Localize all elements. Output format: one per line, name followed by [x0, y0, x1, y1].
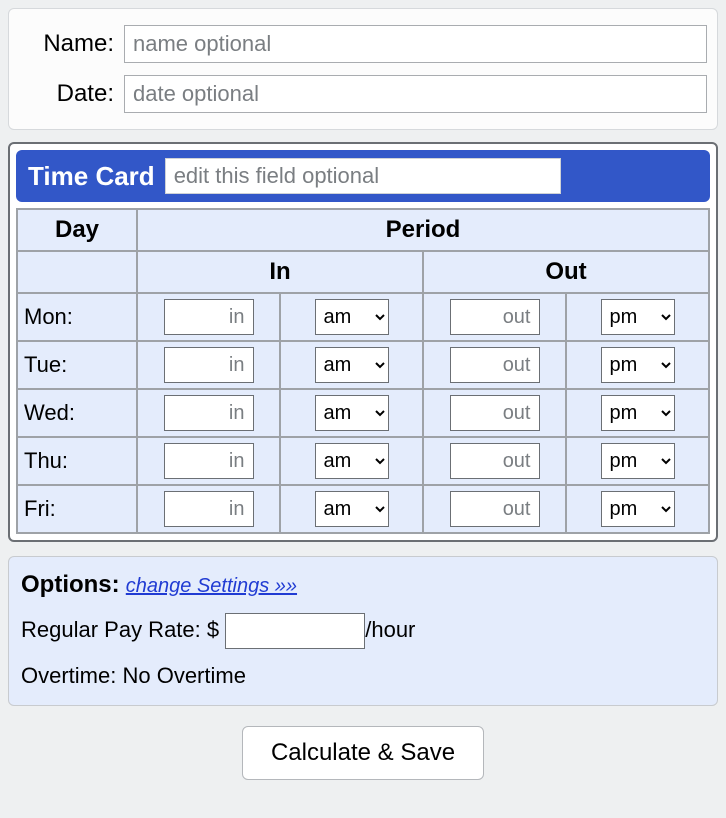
in-cell — [137, 389, 280, 437]
header-in: In — [137, 251, 423, 293]
header-day: Day — [17, 209, 137, 251]
out-time-input[interactable] — [450, 395, 540, 431]
timecard-panel: Time Card Day Period In Out Mon: ampm ampm… — [8, 142, 718, 542]
in-time-input[interactable] — [164, 299, 254, 335]
rate-label-post: /hour — [365, 617, 415, 642]
table-row: Wed: ampm ampm — [17, 389, 709, 437]
change-settings-link[interactable]: change Settings »» — [126, 575, 297, 597]
out-cell — [423, 341, 566, 389]
in-time-input[interactable] — [164, 395, 254, 431]
name-date-panel: Name: Date: — [8, 8, 718, 130]
in-ampm-cell: ampm — [280, 485, 423, 533]
out-ampm-cell: ampm — [566, 485, 709, 533]
options-panel: Options: change Settings »» Regular Pay … — [8, 556, 718, 706]
out-time-input[interactable] — [450, 491, 540, 527]
out-cell — [423, 437, 566, 485]
name-input[interactable] — [124, 25, 707, 63]
overtime-label: Overtime: — [21, 663, 122, 688]
out-ampm-select[interactable]: ampm — [601, 299, 675, 335]
out-ampm-cell: ampm — [566, 389, 709, 437]
name-label: Name: — [19, 30, 114, 58]
in-ampm-select[interactable]: ampm — [315, 491, 389, 527]
in-ampm-cell: ampm — [280, 389, 423, 437]
out-ampm-select[interactable]: ampm — [601, 395, 675, 431]
out-ampm-cell: ampm — [566, 437, 709, 485]
day-cell: Thu: — [17, 437, 137, 485]
in-cell — [137, 437, 280, 485]
in-cell — [137, 293, 280, 341]
day-cell: Wed: — [17, 389, 137, 437]
day-cell: Tue: — [17, 341, 137, 389]
calculate-save-button[interactable]: Calculate & Save — [242, 726, 484, 780]
out-time-input[interactable] — [450, 443, 540, 479]
out-ampm-select[interactable]: ampm — [601, 347, 675, 383]
in-ampm-select[interactable]: ampm — [315, 347, 389, 383]
out-time-input[interactable] — [450, 347, 540, 383]
timecard-title: Time Card — [28, 161, 155, 192]
table-row: Tue: ampm ampm — [17, 341, 709, 389]
in-time-input[interactable] — [164, 491, 254, 527]
table-row: Fri: ampm ampm — [17, 485, 709, 533]
out-ampm-cell: ampm — [566, 293, 709, 341]
out-cell — [423, 293, 566, 341]
options-label: Options: — [21, 571, 120, 598]
table-row: Mon: ampm ampm — [17, 293, 709, 341]
in-ampm-cell: ampm — [280, 437, 423, 485]
in-ampm-cell: ampm — [280, 341, 423, 389]
header-period: Period — [137, 209, 709, 251]
in-time-input[interactable] — [164, 443, 254, 479]
table-row: Thu: ampm ampm — [17, 437, 709, 485]
date-label: Date: — [19, 80, 114, 108]
timecard-table: Day Period In Out Mon: ampm ampm Tue: ampm am… — [16, 208, 710, 534]
out-ampm-cell: ampm — [566, 341, 709, 389]
in-ampm-cell: ampm — [280, 293, 423, 341]
out-ampm-select[interactable]: ampm — [601, 443, 675, 479]
rate-label-pre: Regular Pay Rate: $ — [21, 617, 225, 642]
timecard-note-input[interactable] — [165, 158, 561, 194]
header-blank — [17, 251, 137, 293]
day-cell: Fri: — [17, 485, 137, 533]
day-cell: Mon: — [17, 293, 137, 341]
in-time-input[interactable] — [164, 347, 254, 383]
in-cell — [137, 341, 280, 389]
overtime-value: No Overtime — [122, 663, 245, 688]
rate-input[interactable] — [225, 613, 365, 649]
in-ampm-select[interactable]: ampm — [315, 395, 389, 431]
in-ampm-select[interactable]: ampm — [315, 443, 389, 479]
header-out: Out — [423, 251, 709, 293]
out-time-input[interactable] — [450, 299, 540, 335]
out-cell — [423, 389, 566, 437]
out-ampm-select[interactable]: ampm — [601, 491, 675, 527]
date-input[interactable] — [124, 75, 707, 113]
in-ampm-select[interactable]: ampm — [315, 299, 389, 335]
in-cell — [137, 485, 280, 533]
out-cell — [423, 485, 566, 533]
